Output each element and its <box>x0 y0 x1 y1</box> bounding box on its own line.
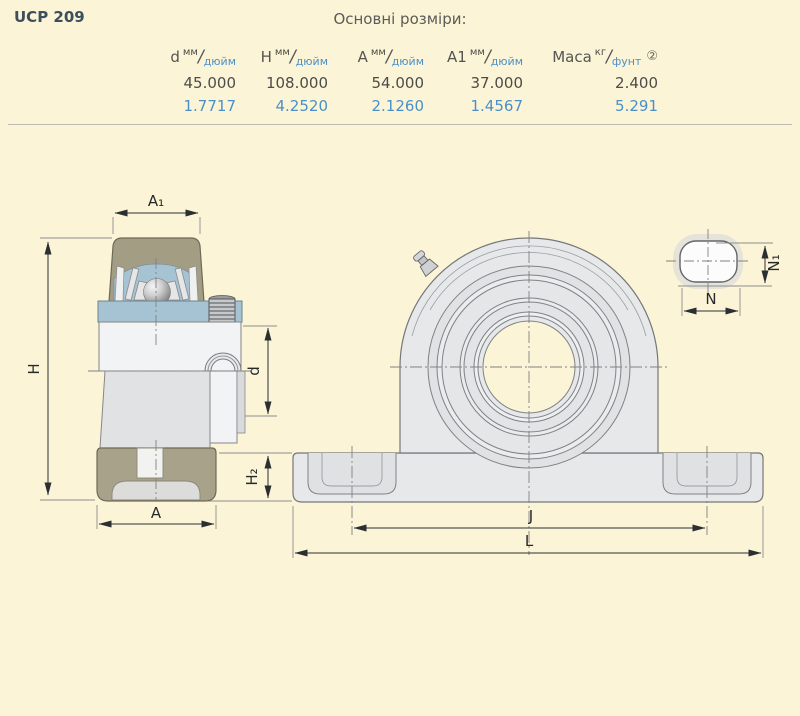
ring-sliver-left <box>115 266 124 301</box>
dim-label-N1: N₁ <box>765 254 783 271</box>
dim-label-N: N <box>705 290 716 308</box>
dim-label-L: L <box>525 532 534 550</box>
grease-nipple-icon <box>411 249 438 277</box>
dim-label-H: H <box>25 363 43 374</box>
dim-label-A: A <box>151 504 162 522</box>
slot-oval <box>680 241 737 282</box>
dim-label-J: J <box>528 507 533 525</box>
base-slot <box>137 448 163 478</box>
ring-sliver-right <box>189 266 198 301</box>
dim-label-H2: H₂ <box>243 468 261 485</box>
dim-label-A1: A₁ <box>148 192 164 210</box>
dim-label-d: d <box>245 366 263 376</box>
shaft-strip <box>210 371 237 443</box>
set-screw <box>209 296 235 324</box>
technical-drawing: A₁ H d H₂ A <box>0 0 800 716</box>
bolt-slot-detail: N₁ N <box>666 229 783 316</box>
side-view-drawing: A₁ H d H₂ A <box>25 192 292 529</box>
housing-lower <box>100 371 210 448</box>
housing-sliver <box>237 371 245 433</box>
